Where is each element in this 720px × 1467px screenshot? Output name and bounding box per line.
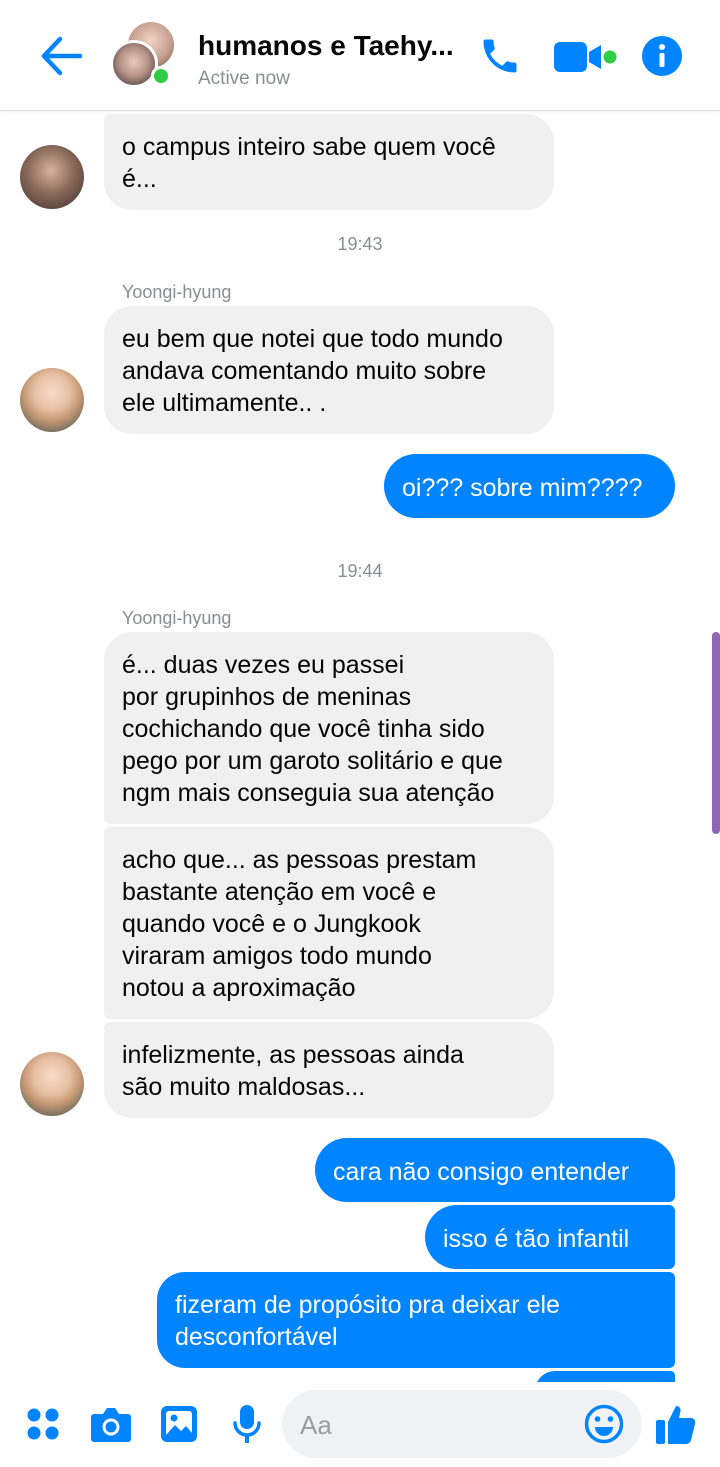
like-button[interactable] [654,1402,698,1451]
sender-name: Yoongi-hyung [122,608,232,628]
chat-header: humanos e Taehy... Active now [0,0,720,111]
avatar[interactable] [20,1052,84,1116]
group-avatar[interactable] [110,22,180,88]
sender-name: Yoongi-hyung [122,282,232,302]
message-bubble-outgoing[interactable]: isso é tão infantil [425,1205,675,1269]
voice-button[interactable] [232,1404,262,1449]
message-bubble-outgoing[interactable]: oi??? sobre mim???? [384,454,675,518]
phone-icon [483,39,517,73]
message-bubble-incoming[interactable]: infelizmente, as pessoas ainda são muito… [104,1022,554,1118]
chat-title[interactable]: humanos e Taehy... [198,30,454,62]
thumbs-up-icon [656,1406,696,1444]
info-icon [642,36,682,76]
apps-icon [27,1408,59,1440]
emoji-icon[interactable] [584,1404,624,1444]
scrollbar[interactable] [712,632,720,834]
message-bubble-incoming[interactable]: eu bem que notei que todo mundo andava c… [104,306,554,434]
camera-icon [91,1408,131,1442]
info-button[interactable] [641,35,683,82]
message-bubble-incoming[interactable]: o campus inteiro sabe quem você é... [104,114,554,210]
message-bubble-outgoing[interactable] [535,1371,675,1382]
apps-button[interactable] [26,1407,60,1446]
timestamp: 19:44 [337,561,383,581]
message-bubble-incoming[interactable]: acho que... as pessoas prestam bastante … [104,827,554,1019]
timestamp: 19:43 [337,234,383,254]
video-call-button[interactable] [553,40,619,79]
video-icon [554,42,617,72]
message-bubble-outgoing[interactable]: fizeram de propósito pra deixar ele desc… [157,1272,675,1368]
active-status: Active now [198,68,290,89]
composer-bar: Aa [0,1382,720,1467]
back-button[interactable] [38,34,86,78]
gallery-icon [161,1406,197,1442]
avatar[interactable] [20,145,84,209]
avatar [110,40,158,88]
message-input[interactable]: Aa [282,1390,642,1458]
avatar[interactable] [20,368,84,432]
online-indicator [151,66,171,86]
message-bubble-incoming[interactable]: é... duas vezes eu passei por grupinhos … [104,632,554,824]
back-arrow-icon [41,36,83,76]
call-button[interactable] [478,34,522,83]
message-bubble-outgoing[interactable]: cara não consigo entender [315,1138,675,1202]
microphone-icon [233,1405,261,1443]
camera-button[interactable] [90,1405,132,1448]
message-list[interactable]: o campus inteiro sabe quem você é... 19:… [0,112,720,1382]
gallery-button[interactable] [160,1405,198,1448]
message-input-placeholder: Aa [300,1410,332,1440]
